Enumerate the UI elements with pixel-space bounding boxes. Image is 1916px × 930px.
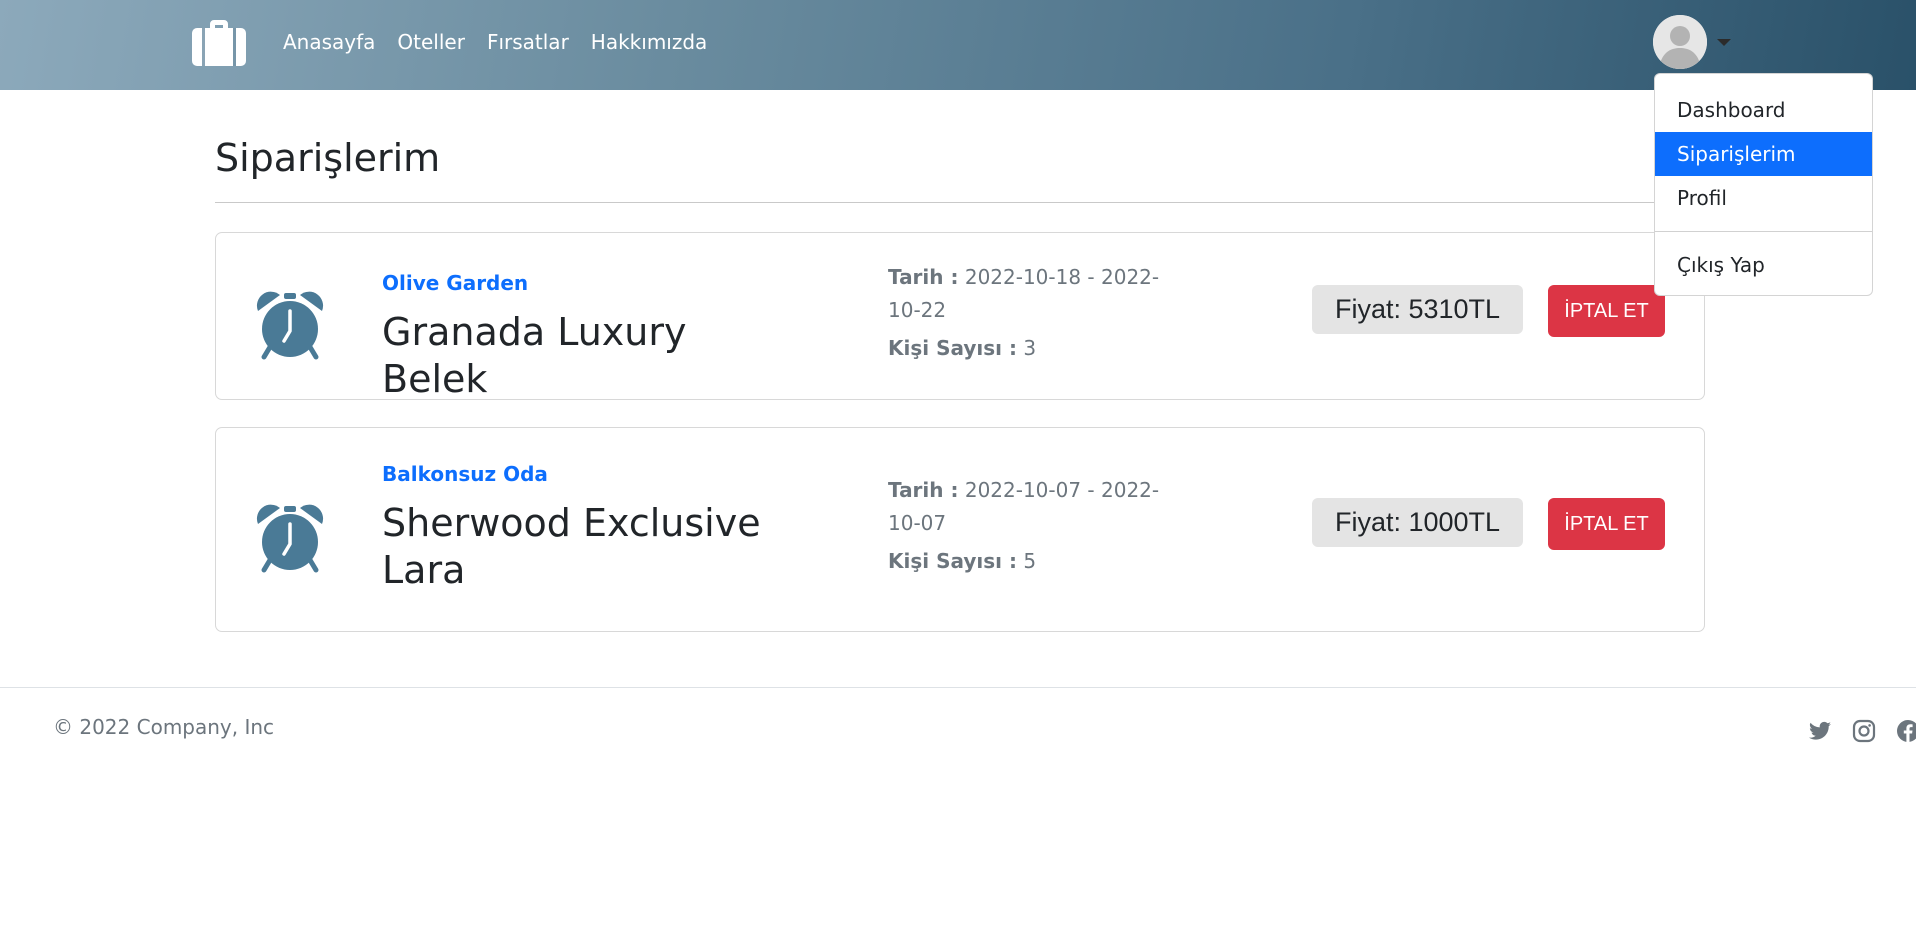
price-badge: Fiyat: 5310TL bbox=[1312, 285, 1523, 334]
twitter-icon[interactable] bbox=[1808, 719, 1832, 743]
copyright-text: © 2022 Company, Inc bbox=[53, 715, 275, 739]
page-title: Siparişlerim bbox=[215, 136, 441, 180]
order-people: Kişi Sayısı : 5 bbox=[888, 545, 1168, 578]
user-dropdown-menu: Dashboard Siparişlerim Profil Çıkış Yap bbox=[1654, 73, 1873, 296]
order-details: Tarih : 2022-10-18 - 2022-10-22 Kişi Say… bbox=[888, 261, 1168, 365]
people-value: 3 bbox=[1023, 336, 1037, 360]
order-card: Balkonsuz Oda Sherwood Exclusive Lara Ta… bbox=[215, 427, 1705, 632]
briefcase-icon[interactable] bbox=[192, 20, 246, 66]
nav-link-home[interactable]: Anasayfa bbox=[272, 28, 386, 56]
order-card: Olive Garden Granada Luxury Belek Tarih … bbox=[215, 232, 1705, 401]
cancel-order-button[interactable]: İPTAL ET bbox=[1548, 498, 1665, 550]
order-people: Kişi Sayısı : 3 bbox=[888, 332, 1168, 365]
room-name[interactable]: Balkonsuz Oda bbox=[382, 462, 548, 486]
hotel-name: Granada Luxury Belek bbox=[382, 310, 687, 401]
nav-link-about[interactable]: Hakkımızda bbox=[580, 28, 719, 56]
date-label: Tarih : bbox=[888, 478, 959, 502]
people-value: 5 bbox=[1023, 549, 1037, 573]
instagram-icon[interactable] bbox=[1852, 719, 1876, 743]
menu-divider bbox=[1655, 231, 1872, 232]
people-label: Kişi Sayısı : bbox=[888, 336, 1017, 360]
facebook-icon[interactable] bbox=[1896, 719, 1916, 743]
alarm-clock-icon bbox=[254, 502, 326, 574]
people-label: Kişi Sayısı : bbox=[888, 549, 1017, 573]
navbar: Anasayfa Oteller Fırsatlar Hakkımızda bbox=[0, 0, 1916, 90]
alarm-clock-icon bbox=[254, 289, 326, 361]
price-badge: Fiyat: 1000TL bbox=[1312, 498, 1523, 547]
hotel-name: Sherwood Exclusive Lara bbox=[382, 501, 761, 592]
date-label: Tarih : bbox=[888, 265, 959, 289]
order-date: Tarih : 2022-10-18 - 2022-10-22 bbox=[888, 261, 1168, 327]
chevron-down-icon[interactable] bbox=[1717, 38, 1731, 46]
main-nav: Anasayfa Oteller Fırsatlar Hakkımızda bbox=[272, 28, 718, 56]
cancel-order-button[interactable]: İPTAL ET bbox=[1548, 285, 1665, 337]
user-avatar-icon[interactable] bbox=[1653, 15, 1707, 69]
room-name[interactable]: Olive Garden bbox=[382, 271, 528, 295]
menu-item-dashboard[interactable]: Dashboard bbox=[1655, 88, 1872, 132]
nav-link-hotels[interactable]: Oteller bbox=[386, 28, 476, 56]
title-divider bbox=[215, 202, 1705, 203]
footer-divider bbox=[0, 687, 1916, 688]
nav-link-deals[interactable]: Fırsatlar bbox=[476, 28, 580, 56]
menu-item-profile[interactable]: Profil bbox=[1655, 176, 1872, 220]
order-date: Tarih : 2022-10-07 - 2022-10-07 bbox=[888, 474, 1168, 540]
user-menu-toggle[interactable] bbox=[1653, 15, 1731, 69]
menu-item-logout[interactable]: Çıkış Yap bbox=[1655, 243, 1872, 287]
order-details: Tarih : 2022-10-07 - 2022-10-07 Kişi Say… bbox=[888, 474, 1168, 578]
menu-item-orders[interactable]: Siparişlerim bbox=[1655, 132, 1872, 176]
